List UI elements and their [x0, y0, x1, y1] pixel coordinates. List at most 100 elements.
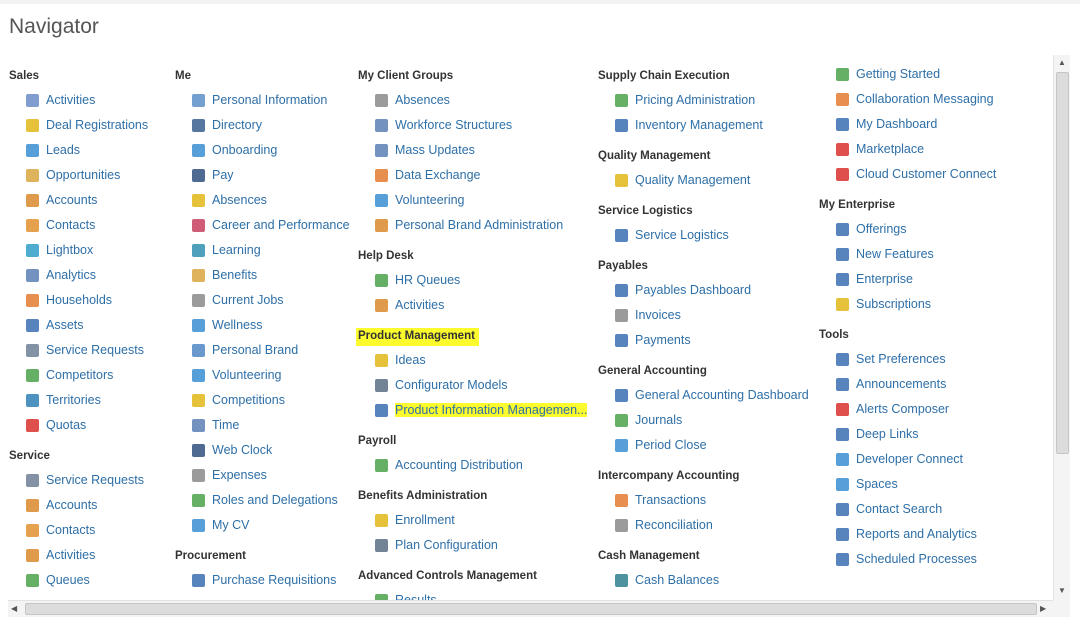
nav-link[interactable]: Opportunities [26, 165, 120, 185]
nav-link[interactable]: Deal Registrations [26, 115, 148, 135]
nav-link[interactable]: Accounting Distribution [375, 455, 523, 475]
nav-link[interactable]: Pay [192, 165, 234, 185]
volunteering-icon [375, 193, 388, 207]
nav-link[interactable]: Payments [615, 330, 691, 350]
nav-link[interactable]: Product Information Managemen... [375, 400, 588, 420]
nav-link[interactable]: Collaboration Messaging [836, 89, 994, 109]
nav-link[interactable]: Alerts Composer [836, 399, 949, 419]
journals-icon [615, 413, 628, 427]
scroll-right-arrow-icon[interactable]: ▶ [1040, 604, 1046, 613]
nav-link[interactable]: Transactions [615, 490, 706, 510]
nav-link[interactable]: Volunteering [375, 190, 465, 210]
nav-link[interactable]: HR Queues [375, 270, 460, 290]
nav-link[interactable]: Competitions [192, 390, 285, 410]
horizontal-scroll-thumb[interactable] [25, 603, 1037, 615]
nav-link[interactable]: Set Preferences [836, 349, 946, 369]
scroll-down-arrow-icon[interactable]: ▼ [1058, 586, 1066, 595]
nav-link[interactable]: Onboarding [192, 140, 277, 160]
nav-link[interactable]: General Accounting Dashboard [615, 385, 809, 405]
nav-link[interactable]: Lightbox [26, 240, 93, 260]
scroll-up-arrow-icon[interactable]: ▲ [1058, 58, 1066, 67]
nav-link[interactable]: Announcements [836, 374, 946, 394]
nav-link[interactable]: Invoices [615, 305, 681, 325]
nav-link[interactable]: Journals [615, 410, 682, 430]
nav-link[interactable]: Personal Brand [192, 340, 298, 360]
nav-link[interactable]: Quality Management [615, 170, 750, 190]
nav-link[interactable]: Activities [375, 295, 444, 315]
scroll-left-arrow-icon[interactable]: ◀ [11, 604, 17, 613]
nav-link[interactable]: Absences [375, 90, 450, 110]
nav-link[interactable]: Pricing Administration [615, 90, 755, 110]
nav-link[interactable]: Personal Information [192, 90, 327, 110]
nav-link[interactable]: Subscriptions [836, 294, 931, 314]
nav-link[interactable]: Learning [192, 240, 261, 260]
nav-link[interactable]: Reconciliation [615, 515, 713, 535]
nav-link[interactable]: Contacts [26, 520, 95, 540]
nav-link[interactable]: Configurator Models [375, 375, 508, 395]
nav-link[interactable]: Period Close [615, 435, 707, 455]
nav-link[interactable]: Getting Started [836, 64, 940, 84]
nav-link[interactable]: Offerings [836, 219, 907, 239]
vertical-scroll-thumb[interactable] [1056, 72, 1069, 454]
nav-link[interactable]: Households [26, 290, 112, 310]
nav-link[interactable]: Roles and Delegations [192, 490, 338, 510]
nav-link[interactable]: Service Requests [26, 340, 144, 360]
nav-link[interactable]: Web Clock [192, 440, 272, 460]
roles-icon [192, 493, 205, 507]
nav-link[interactable]: Scheduled Processes [836, 549, 977, 569]
nav-link[interactable]: Assets [26, 315, 84, 335]
horizontal-scrollbar[interactable]: ◀ ▶ [8, 600, 1053, 617]
nav-link[interactable]: Accounts [26, 190, 97, 210]
nav-link[interactable]: Activities [26, 545, 95, 565]
nav-link[interactable]: Data Exchange [375, 165, 480, 185]
nav-link[interactable]: Expenses [192, 465, 267, 485]
nav-link[interactable]: Results [375, 590, 437, 600]
nav-link[interactable]: Inventory Management [615, 115, 763, 135]
nav-link[interactable]: Deep Links [836, 424, 919, 444]
nav-link[interactable]: Workforce Structures [375, 115, 512, 135]
nav-link[interactable]: Contacts [26, 215, 95, 235]
nav-link[interactable]: Spaces [836, 474, 898, 494]
vertical-scrollbar[interactable]: ▲ ▼ [1053, 55, 1070, 600]
nav-link[interactable]: Payables Dashboard [615, 280, 751, 300]
nav-link[interactable]: Current Jobs [192, 290, 284, 310]
nav-link[interactable]: Leads [26, 140, 80, 160]
activities-icon [26, 93, 39, 107]
nav-link[interactable]: My CV [192, 515, 250, 535]
nav-link[interactable]: My Dashboard [836, 114, 937, 134]
nav-link-label: Workforce Structures [395, 118, 513, 132]
nav-link[interactable]: Time [192, 415, 239, 435]
nav-link[interactable]: Plan Configuration [375, 535, 498, 555]
nav-link[interactable]: Contact Search [836, 499, 942, 519]
nav-link[interactable]: Reports and Analytics [836, 524, 977, 544]
nav-link[interactable]: Wellness [192, 315, 262, 335]
nav-link[interactable]: Service Logistics [615, 225, 729, 245]
accounts-icon [26, 498, 39, 512]
nav-link[interactable]: Volunteering [192, 365, 282, 385]
nav-link[interactable]: Directory [192, 115, 262, 135]
group-title: Benefits Administration [358, 490, 488, 502]
nav-link[interactable]: Activities [26, 90, 95, 110]
nav-link[interactable]: Analytics [26, 265, 96, 285]
nav-link[interactable]: Competitors [26, 365, 113, 385]
nav-link[interactable]: Quotas [26, 415, 86, 435]
nav-link[interactable]: Personal Brand Administration [375, 215, 563, 235]
nav-link[interactable]: Absences [192, 190, 267, 210]
nav-link[interactable]: Cloud Customer Connect [836, 164, 996, 184]
nav-link-label: Personal Information [212, 93, 328, 107]
nav-link[interactable]: New Features [836, 244, 934, 264]
nav-link[interactable]: Purchase Requisitions [192, 570, 336, 590]
nav-link[interactable]: Service Requests [26, 470, 144, 490]
nav-link[interactable]: Enrollment [375, 510, 455, 530]
nav-link[interactable]: Mass Updates [375, 140, 475, 160]
nav-link[interactable]: Career and Performance [192, 215, 350, 235]
nav-link[interactable]: Benefits [192, 265, 257, 285]
nav-link[interactable]: Enterprise [836, 269, 913, 289]
nav-link[interactable]: Developer Connect [836, 449, 963, 469]
nav-link[interactable]: Accounts [26, 495, 97, 515]
nav-link[interactable]: Territories [26, 390, 101, 410]
nav-link[interactable]: Ideas [375, 350, 426, 370]
nav-link[interactable]: Cash Balances [615, 570, 719, 590]
nav-link[interactable]: Marketplace [836, 139, 924, 159]
nav-link[interactable]: Queues [26, 570, 90, 590]
